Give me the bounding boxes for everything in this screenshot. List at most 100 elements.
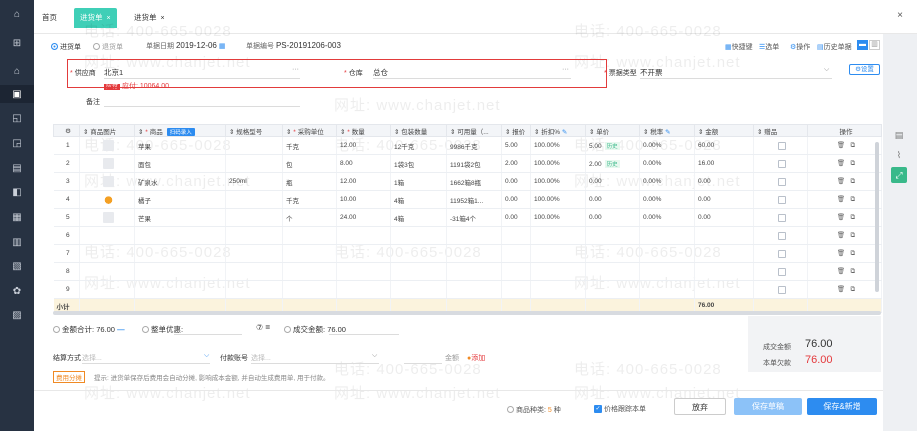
column-header[interactable]: ⇕ * 采购单位 — [282, 124, 337, 137]
cart-icon[interactable]: ◧ — [0, 183, 34, 201]
close-window-icon[interactable]: × — [897, 10, 903, 21]
document-icon[interactable]: ▥ — [0, 233, 34, 251]
radio-unchecked-icon[interactable] — [93, 43, 100, 50]
gift-checkbox[interactable] — [753, 154, 808, 173]
table-row[interactable]: 5 芒果个 24.00 4箱 -31箱4个 0.00 100.00% 0.00 0.00% 0.0… — [53, 208, 882, 227]
pack-quantity[interactable]: 12千克 — [390, 136, 447, 155]
product-image[interactable] — [79, 136, 135, 155]
delete-icon[interactable]: 🗑︎ — [837, 250, 845, 257]
unit-price[interactable]: 0.00 — [585, 190, 640, 209]
column-header[interactable]: ⇕ 赠品 — [753, 124, 808, 137]
copy-icon[interactable]: ⧉ — [851, 214, 856, 221]
quantity[interactable] — [336, 244, 391, 263]
gift-checkbox[interactable] — [753, 208, 808, 227]
quantity[interactable]: 12.00 — [336, 136, 391, 155]
table-row[interactable]: 3 矿泉水 250ml 瓶 12.00 1箱 1662箱8瓶 0.00 100.00% 0.00 0… — [53, 172, 882, 191]
date-value[interactable]: 2019-12-06 — [176, 41, 217, 50]
discount-input[interactable] — [174, 323, 244, 333]
chevron-down-icon[interactable]: ⌵ — [204, 352, 209, 360]
pack-quantity[interactable]: 4箱 — [390, 208, 447, 227]
quantity[interactable]: 10.00 — [336, 190, 391, 209]
delete-icon[interactable]: 🗑︎ — [837, 268, 845, 275]
product-image[interactable] — [79, 262, 135, 281]
spec[interactable] — [225, 226, 283, 245]
delete-icon[interactable]: 🗑︎ — [837, 232, 845, 239]
unit-price[interactable] — [585, 280, 640, 299]
product-image[interactable] — [79, 172, 135, 191]
discount[interactable] — [530, 280, 586, 299]
discount[interactable]: 100.00% — [530, 190, 586, 209]
radio-return[interactable]: 退货单 — [93, 42, 123, 52]
delete-icon[interactable]: 🗑︎ — [837, 160, 845, 167]
copy-icon[interactable]: ⧉ — [851, 286, 856, 293]
tax-rate[interactable]: 0.00% — [639, 208, 695, 227]
copy-icon[interactable]: ⧉ — [851, 232, 856, 239]
unit-price[interactable]: 0.00 — [585, 172, 640, 191]
grid-icon[interactable]: ⊞ — [0, 34, 34, 52]
tax-rate[interactable]: 0.00% — [639, 190, 695, 209]
quantity[interactable] — [336, 262, 391, 281]
pack-quantity[interactable] — [390, 226, 447, 245]
unit[interactable]: 千克 — [282, 190, 337, 209]
checkbox-icon[interactable] — [778, 177, 786, 186]
checkbox-icon[interactable] — [778, 213, 786, 222]
spec[interactable] — [225, 136, 283, 155]
unit-price[interactable] — [585, 262, 640, 281]
column-header[interactable]: ⇕ 规格型号 — [225, 124, 283, 137]
amount[interactable]: 0.00 — [694, 190, 754, 209]
report-icon[interactable]: ▦ — [0, 208, 34, 226]
pack-quantity[interactable] — [390, 244, 447, 263]
tax-rate[interactable] — [639, 226, 695, 245]
discount[interactable]: 100.00% — [530, 172, 586, 191]
checkbox-icon[interactable] — [778, 249, 786, 258]
close-icon[interactable]: × — [161, 15, 165, 22]
table-row[interactable]: 6 🗑︎ ⧉ — [53, 226, 882, 245]
copy-icon[interactable]: ⧉ — [851, 142, 856, 149]
product-name[interactable] — [134, 262, 226, 281]
history-button[interactable]: ▤历史单据 — [817, 42, 852, 52]
gift-checkbox[interactable] — [753, 136, 808, 155]
discount[interactable] — [530, 226, 586, 245]
copy-icon[interactable]: ⧉ — [851, 250, 856, 257]
quantity[interactable] — [336, 226, 391, 245]
product-image[interactable] — [79, 280, 135, 299]
checkbox-icon[interactable] — [778, 141, 786, 150]
tax-rate[interactable] — [639, 244, 695, 263]
operate-button[interactable]: ⚙操作 — [790, 42, 810, 52]
document-icon[interactable]: ▤ — [891, 127, 907, 143]
gift-checkbox[interactable] — [753, 172, 808, 191]
column-header[interactable]: ⇕ 包装数量 — [390, 124, 447, 137]
column-header[interactable]: ⇕ 商品图片 — [79, 124, 135, 137]
column-header[interactable]: ⇕ 报价 — [501, 124, 531, 137]
discount[interactable]: 100.00% — [530, 136, 586, 155]
table-row[interactable]: 8 🗑︎ ⧉ — [53, 262, 882, 281]
add-payment-button[interactable]: ●添加 — [467, 353, 485, 363]
fee-allocation-button[interactable]: 费用分摊 — [53, 371, 85, 383]
gift-checkbox[interactable] — [753, 280, 808, 299]
pack-quantity[interactable] — [390, 262, 447, 281]
attachment-icon[interactable]: ⌇ — [891, 147, 907, 163]
help-icon[interactable]: ⑦ = — [256, 323, 270, 332]
tab-purchase-active[interactable]: 进货单 × — [74, 8, 117, 28]
product-name[interactable]: 橘子 — [134, 190, 226, 209]
finance-icon[interactable]: ▤ — [0, 159, 34, 177]
delete-icon[interactable]: 🗑︎ — [837, 196, 845, 203]
column-header[interactable]: ⇕ 折扣% ✎ — [530, 124, 586, 137]
checkbox-icon[interactable] — [778, 159, 786, 168]
product-image[interactable] — [79, 190, 135, 209]
calendar-icon[interactable]: ▦ — [219, 43, 226, 50]
note-input[interactable] — [104, 95, 304, 105]
product-image[interactable] — [79, 208, 135, 227]
amount[interactable] — [694, 280, 754, 299]
stock-icon[interactable]: ◲ — [0, 134, 34, 152]
tab-home[interactable]: 首页 — [36, 8, 63, 28]
amount[interactable] — [694, 244, 754, 263]
price-follow-checkbox[interactable]: ✓ 价格跟踪本单 — [594, 404, 646, 414]
unit-price[interactable] — [585, 244, 640, 263]
unit[interactable]: 瓶 — [282, 172, 337, 191]
invoice-select[interactable]: 不开票 — [640, 67, 663, 78]
pack-quantity[interactable]: 1袋3包 — [390, 154, 447, 173]
product-name[interactable]: 面包 — [134, 154, 226, 173]
checkbox-icon[interactable] — [778, 231, 786, 240]
abandon-button[interactable]: 放弃 — [674, 398, 726, 415]
